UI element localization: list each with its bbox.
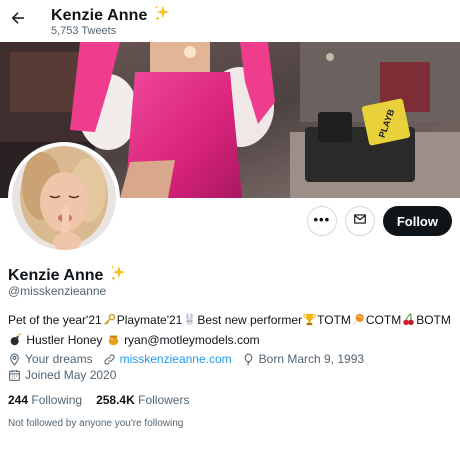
- profile-bio: Pet of the year'21 Playmate'21 Best new pe…: [8, 311, 454, 351]
- birthday-text: Born March 9, 1993: [258, 352, 365, 366]
- bio-text: Best new performer: [197, 313, 303, 327]
- honey-pot-emoji-icon: [107, 333, 120, 351]
- trophy-emoji-icon: [303, 313, 316, 331]
- more-horizontal-icon: •••: [313, 211, 331, 227]
- sparkles-emoji-icon: [109, 264, 127, 287]
- following-label: Following: [31, 393, 83, 407]
- bio-text: Pet of the year'21: [8, 313, 102, 327]
- balloon-icon: [242, 353, 255, 366]
- more-button[interactable]: •••: [306, 206, 337, 236]
- tweets-count: 5,753 Tweets: [51, 25, 117, 37]
- following-count: 244: [8, 393, 29, 407]
- not-followed-notice: Not followed by anyone you're following: [8, 418, 184, 429]
- cherries-emoji-icon: [402, 313, 415, 331]
- back-button[interactable]: [4, 6, 32, 34]
- bio-email: ryan@motleymodels.com: [124, 333, 260, 347]
- location-pin-icon: [8, 353, 21, 366]
- bio-text: BOTM: [416, 313, 451, 327]
- profile-meta-row-1: Your dreams misskenzieanne.com Born Marc…: [8, 352, 364, 366]
- rabbit-emoji-icon: [183, 313, 196, 331]
- website-link[interactable]: misskenzieanne.com: [120, 352, 232, 366]
- bio-text: COTM: [365, 313, 402, 327]
- profile-name-text: Kenzie Anne: [8, 267, 104, 284]
- top-bar: Kenzie Anne 5,753 Tweets: [0, 0, 460, 44]
- header-profile-name: Kenzie Anne: [51, 4, 172, 27]
- profile-meta-row-2: Joined May 2020: [8, 368, 116, 382]
- calendar-icon: [8, 369, 21, 382]
- follow-button[interactable]: Follow: [382, 206, 452, 236]
- profile-handle: @misskenzieanne: [8, 284, 107, 298]
- follow-stats: 244 Following 258.4K Followers: [8, 393, 189, 407]
- sparkles-emoji-icon: [153, 4, 171, 27]
- envelope-icon: [353, 212, 367, 231]
- bio-text: TOTM: [317, 313, 351, 327]
- lollipop-emoji-icon: [352, 313, 365, 331]
- profile-avatar[interactable]: [8, 142, 120, 254]
- joined-text: Joined May 2020: [25, 368, 117, 382]
- location-text: Your dreams: [25, 352, 93, 366]
- message-button[interactable]: [344, 206, 375, 236]
- link-icon: [103, 353, 116, 366]
- bio-line-1: Pet of the year'21 Playmate'21 Best new pe…: [8, 311, 454, 331]
- bomb-emoji-icon: [9, 333, 22, 351]
- bio-text: Playmate'21: [116, 313, 183, 327]
- profile-actions: ••• Follow: [306, 205, 452, 237]
- bio-line-2: Hustler Honey ryan@motleymodels.com: [8, 331, 454, 351]
- followers-link[interactable]: 258.4K Followers: [96, 393, 189, 407]
- key-emoji-icon: [103, 313, 116, 331]
- following-link[interactable]: 244 Following: [8, 393, 82, 407]
- followers-count: 258.4K: [96, 393, 135, 407]
- profile-photo: [12, 146, 116, 250]
- header-name-text: Kenzie Anne: [51, 7, 148, 24]
- arrow-left-icon: [9, 9, 27, 32]
- bio-text: Hustler Honey: [26, 333, 103, 347]
- followers-label: Followers: [138, 393, 190, 407]
